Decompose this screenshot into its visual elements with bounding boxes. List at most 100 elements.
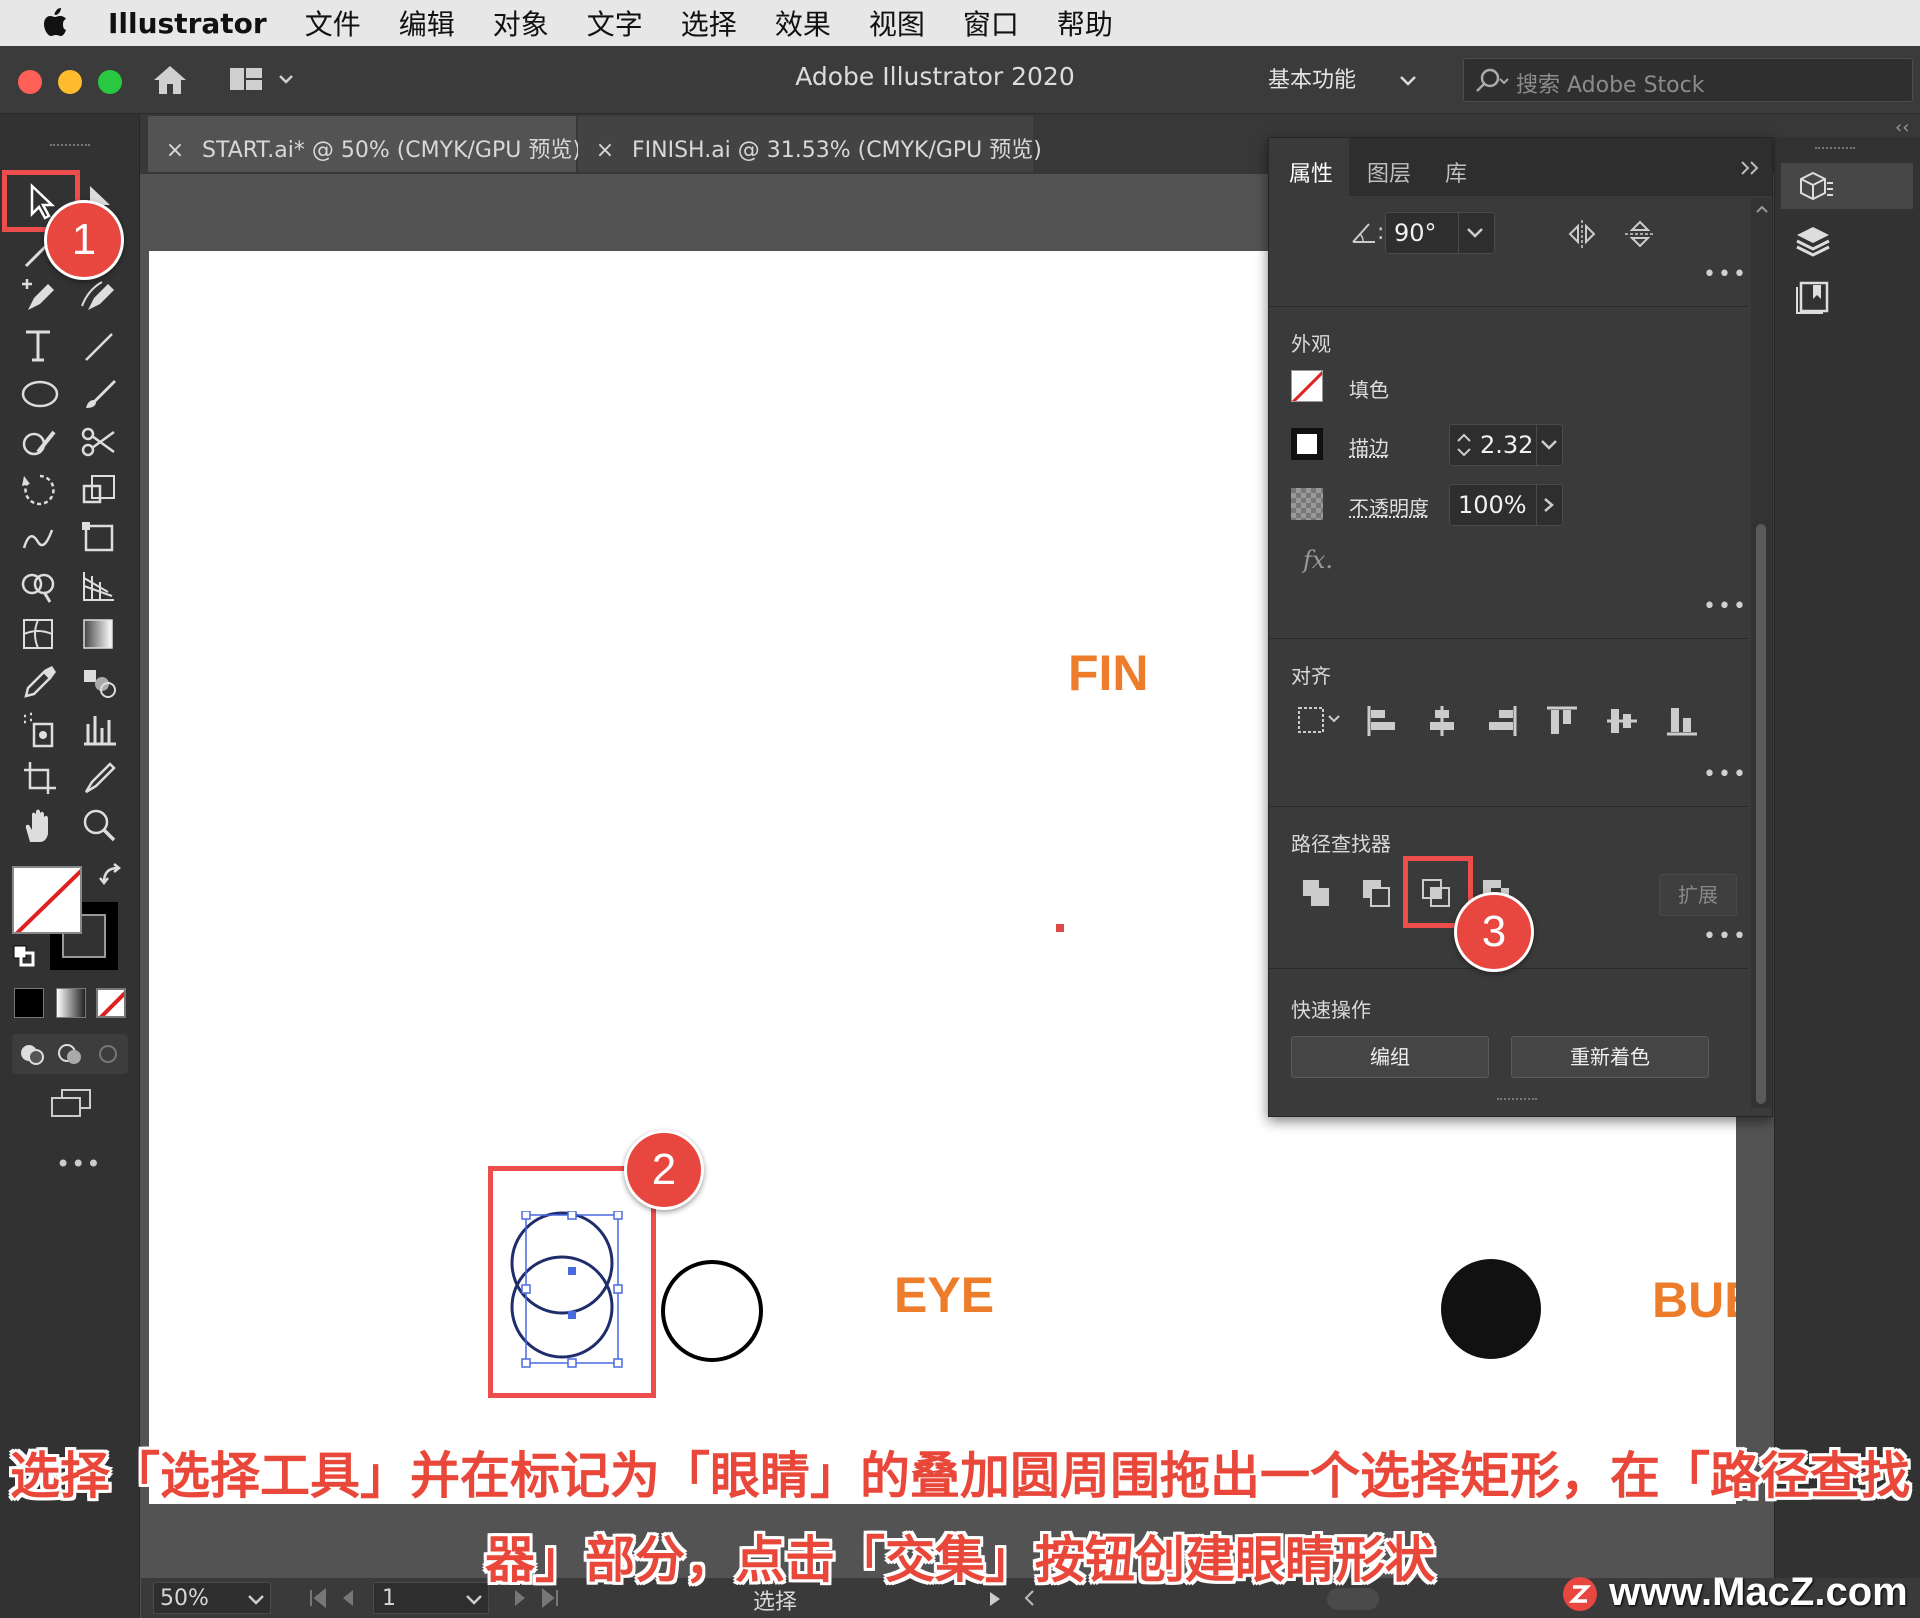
- horizontal-align-left-icon[interactable]: [1365, 704, 1399, 738]
- circle-filled[interactable]: [1439, 1257, 1543, 1361]
- apple-icon[interactable]: [40, 6, 74, 40]
- vertical-align-top-icon[interactable]: [1545, 704, 1579, 738]
- swap-fill-stroke-icon[interactable]: [98, 862, 126, 890]
- menu-type[interactable]: 文字: [587, 3, 643, 43]
- draw-behind-icon[interactable]: [56, 1040, 84, 1068]
- stroke-color-swatch[interactable]: [1291, 428, 1323, 460]
- pathfinder-unite-icon[interactable]: [1299, 876, 1333, 910]
- circle-outline[interactable]: [658, 1257, 766, 1365]
- group-button[interactable]: 编组: [1291, 1036, 1489, 1078]
- menu-window[interactable]: 窗口: [963, 3, 1019, 43]
- slice-tool[interactable]: [78, 758, 126, 802]
- libraries-icon[interactable]: [1793, 279, 1833, 315]
- column-graph-tool[interactable]: [78, 710, 126, 754]
- menu-help[interactable]: 帮助: [1057, 3, 1113, 43]
- shaper-tool[interactable]: [18, 422, 66, 466]
- more-appearance-options[interactable]: •••: [1703, 594, 1748, 619]
- panel-scrollbar[interactable]: [1751, 198, 1771, 1108]
- chevron-down-icon[interactable]: [246, 1593, 266, 1607]
- zoom-tool[interactable]: [78, 806, 126, 850]
- rotate-angle-field[interactable]: 90°: [1385, 212, 1495, 254]
- mesh-tool[interactable]: [18, 614, 66, 658]
- dock-properties-button[interactable]: [1781, 163, 1913, 209]
- free-transform-tool[interactable]: [78, 518, 126, 562]
- blend-tool[interactable]: [78, 662, 126, 706]
- opacity-label[interactable]: 不透明度: [1349, 492, 1429, 521]
- flip-horizontal-icon[interactable]: [1565, 218, 1599, 250]
- menu-edit[interactable]: 编辑: [399, 3, 455, 43]
- pen-tool[interactable]: [18, 276, 66, 320]
- curvature-tool[interactable]: [78, 276, 126, 320]
- vertical-align-bottom-icon[interactable]: [1665, 704, 1699, 738]
- flip-vertical-icon[interactable]: [1623, 218, 1657, 250]
- horizontal-align-center-icon[interactable]: [1425, 704, 1459, 738]
- recolor-button[interactable]: 重新着色: [1511, 1036, 1709, 1078]
- tab-libraries[interactable]: 库: [1445, 156, 1467, 188]
- warp-tool[interactable]: [18, 518, 66, 562]
- scrollbar-thumb[interactable]: [1756, 524, 1766, 1104]
- type-tool[interactable]: [18, 326, 66, 370]
- gradient-tool[interactable]: [78, 614, 126, 658]
- more-align-options[interactable]: •••: [1703, 762, 1748, 787]
- horizontal-align-right-icon[interactable]: [1485, 704, 1519, 738]
- none-mode-button[interactable]: [96, 988, 126, 1018]
- default-fill-stroke-icon[interactable]: [12, 944, 36, 968]
- color-mode-button[interactable]: [14, 988, 44, 1018]
- adobe-stock-search[interactable]: 搜索 Adobe Stock: [1463, 58, 1913, 102]
- fill-swatch-front[interactable]: [12, 866, 82, 934]
- menu-effect[interactable]: 效果: [775, 3, 831, 43]
- vertical-align-center-icon[interactable]: [1605, 704, 1639, 738]
- shape-builder-tool[interactable]: [18, 566, 66, 610]
- scroll-up-icon[interactable]: [1755, 204, 1769, 214]
- stepper-arrows-icon[interactable]: [1454, 429, 1474, 461]
- fill-color-swatch[interactable]: [1291, 370, 1323, 402]
- gradient-mode-button[interactable]: [56, 988, 86, 1018]
- hand-tool[interactable]: [18, 806, 66, 850]
- eyedropper-tool[interactable]: [18, 662, 66, 706]
- status-menu-icon[interactable]: [987, 1590, 1003, 1608]
- panel-resize-grip[interactable]: [1497, 1098, 1537, 1108]
- stroke-weight-field[interactable]: 2.32: [1449, 424, 1563, 466]
- perspective-grid-tool[interactable]: [78, 566, 126, 610]
- expand-button[interactable]: 扩展: [1659, 874, 1737, 916]
- symbol-sprayer-tool[interactable]: [18, 710, 66, 754]
- dock-grip[interactable]: [1815, 147, 1855, 151]
- chevron-down-icon[interactable]: [1464, 225, 1486, 241]
- ellipse-tool[interactable]: [18, 374, 66, 418]
- toolbar-grip[interactable]: [50, 144, 90, 148]
- stroke-label[interactable]: 描边: [1349, 432, 1389, 461]
- menu-app-name[interactable]: Illustrator: [108, 7, 267, 40]
- draw-normal-icon[interactable]: [18, 1040, 46, 1068]
- tab-start-document[interactable]: × START.ai* @ 50% (CMYK/GPU 预览): [148, 116, 581, 172]
- rotate-tool[interactable]: [18, 470, 66, 514]
- collapse-dock-icon[interactable]: ‹‹: [1895, 117, 1909, 138]
- scale-tool[interactable]: [78, 470, 126, 514]
- menu-file[interactable]: 文件: [305, 3, 361, 43]
- chevron-right-icon[interactable]: [1540, 497, 1558, 513]
- panel-menu-expand-icon[interactable]: [1739, 160, 1761, 176]
- align-to-selection-icon[interactable]: [1295, 704, 1343, 738]
- close-tab-icon[interactable]: ×: [160, 138, 190, 163]
- scissors-tool[interactable]: [78, 422, 126, 466]
- line-segment-tool[interactable]: [78, 326, 126, 370]
- menu-object[interactable]: 对象: [493, 3, 549, 43]
- more-transform-options[interactable]: •••: [1703, 262, 1748, 287]
- chevron-down-icon[interactable]: [1538, 437, 1560, 453]
- close-tab-icon[interactable]: ×: [590, 138, 620, 163]
- pathfinder-minus-front-icon[interactable]: [1359, 876, 1393, 910]
- artboard-tool[interactable]: [18, 758, 66, 802]
- tab-layers[interactable]: 图层: [1367, 156, 1411, 188]
- chevron-down-icon[interactable]: [464, 1593, 484, 1607]
- draw-inside-icon[interactable]: [94, 1040, 122, 1068]
- tab-properties[interactable]: 属性: [1289, 156, 1333, 188]
- edit-toolbar-button[interactable]: •••: [56, 1150, 101, 1178]
- workspace-switcher[interactable]: 基本功能: [1268, 62, 1428, 102]
- change-screen-mode-icon[interactable]: [48, 1086, 94, 1122]
- effects-fx-button[interactable]: fx.: [1303, 546, 1333, 574]
- paintbrush-tool[interactable]: [78, 374, 126, 418]
- menu-view[interactable]: 视图: [869, 3, 925, 43]
- layers-icon[interactable]: [1793, 223, 1833, 259]
- opacity-field[interactable]: 100%: [1449, 484, 1563, 526]
- tab-finish-document[interactable]: × FINISH.ai @ 31.53% (CMYK/GPU 预览): [578, 116, 1042, 172]
- menu-select[interactable]: 选择: [681, 3, 737, 43]
